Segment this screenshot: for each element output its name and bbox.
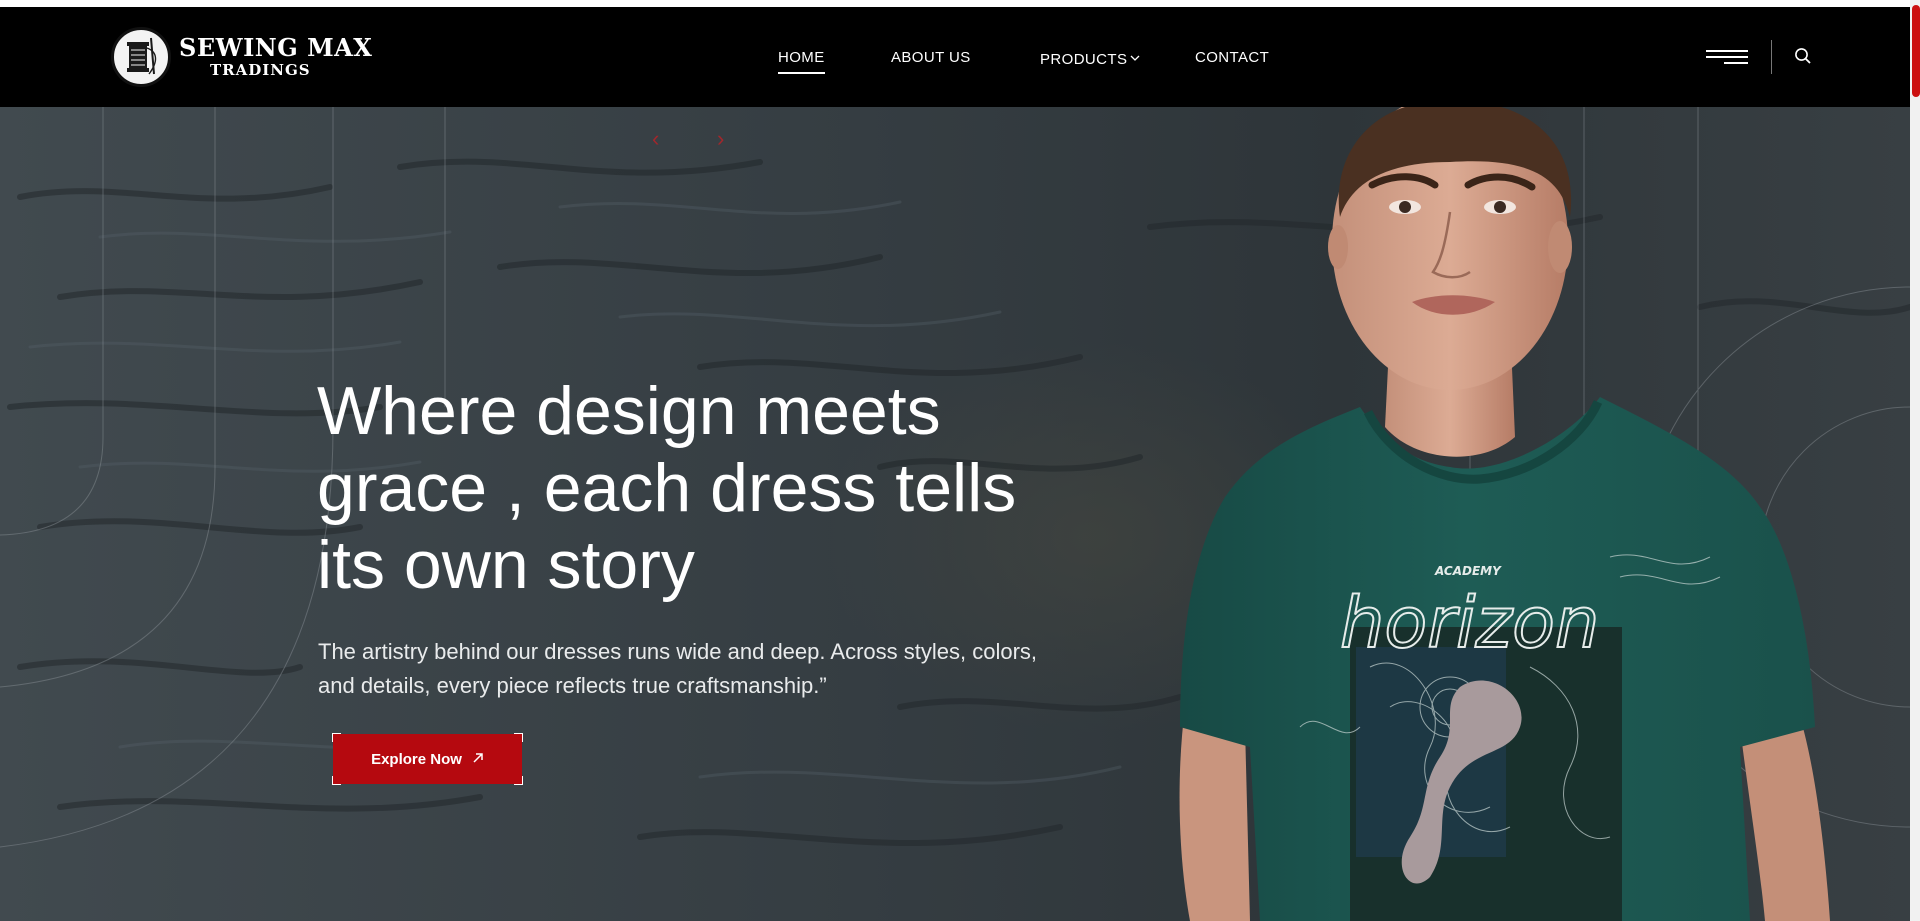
button-corner-decoration <box>514 733 523 742</box>
svg-text:ACADEMY: ACADEMY <box>1434 564 1502 578</box>
arrow-up-right-icon <box>472 751 484 768</box>
page-scrollbar[interactable] <box>1910 0 1920 921</box>
scrollbar-thumb[interactable] <box>1912 5 1920 97</box>
model-in-green-tshirt-image: ACADEMY horizon <box>1179 107 1830 921</box>
nav-item-home[interactable]: HOME <box>778 49 825 74</box>
slider-prev-arrow[interactable]: ‹ <box>652 128 659 150</box>
hero-headline: Where design meets grace , each dress te… <box>317 373 1017 603</box>
nav-item-about-us[interactable]: ABOUT US <box>891 49 971 66</box>
hero-section: ‹ › ACADEMY horizon Where design meets g… <box>0 107 1910 921</box>
search-icon[interactable] <box>1794 47 1812 65</box>
slider-next-arrow[interactable]: › <box>717 128 724 150</box>
main-nav: HOME ABOUT US PRODUCTS CONTACT <box>0 7 1910 107</box>
svg-text:horizon: horizon <box>1340 582 1599 664</box>
button-corner-decoration <box>332 733 341 742</box>
hero-description: The artistry behind our dresses runs wid… <box>318 639 1038 698</box>
hamburger-menu-icon[interactable] <box>1704 48 1748 66</box>
nav-item-products-label: PRODUCTS <box>1040 51 1128 68</box>
button-corner-decoration <box>332 776 341 785</box>
chevron-down-icon <box>1130 49 1140 66</box>
explore-now-label: Explore Now <box>371 750 462 768</box>
top-strip <box>0 0 1910 7</box>
page: SEWING MAX TRADINGS HOME ABOUT US PRODUC… <box>0 0 1920 921</box>
explore-now-button[interactable]: Explore Now <box>332 733 523 785</box>
nav-item-products[interactable]: PRODUCTS <box>1040 49 1140 68</box>
button-corner-decoration <box>514 776 523 785</box>
header-divider <box>1771 40 1772 74</box>
site-header: SEWING MAX TRADINGS HOME ABOUT US PRODUC… <box>0 7 1910 107</box>
nav-item-contact[interactable]: CONTACT <box>1195 49 1269 66</box>
